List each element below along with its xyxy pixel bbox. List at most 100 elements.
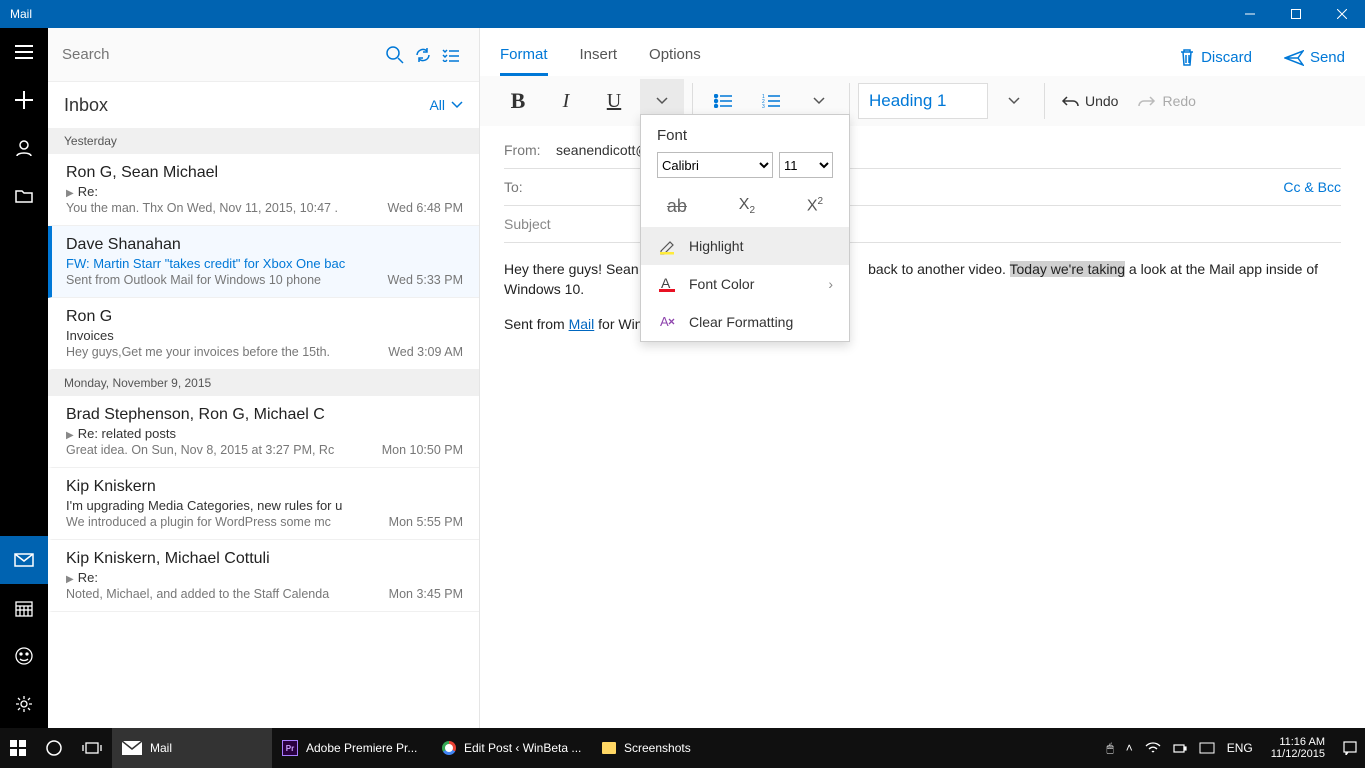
inbox-header: Inbox All xyxy=(48,82,479,128)
reply-indicator-icon: ▶ xyxy=(66,574,74,585)
window-titlebar: Mail xyxy=(0,0,1365,28)
redo-button[interactable]: Redo xyxy=(1130,93,1203,109)
window-close[interactable] xyxy=(1319,0,1365,28)
filter-dropdown[interactable]: All xyxy=(429,97,463,113)
folder-title: Inbox xyxy=(64,95,108,116)
font-panel-title: Font xyxy=(641,115,849,152)
folder-icon xyxy=(602,742,616,754)
font-size-select[interactable]: 11 xyxy=(779,152,833,178)
search-icon[interactable] xyxy=(381,41,409,69)
ribbon-tabs: Format Insert Options Discard Send xyxy=(480,28,1365,76)
style-dropdown-button[interactable] xyxy=(992,79,1036,123)
taskbar-app-premiere[interactable]: PrAdobe Premiere Pr... xyxy=(272,728,432,768)
svg-text:A: A xyxy=(660,314,669,329)
from-field: From:seanendicott@ xyxy=(504,132,1341,169)
taskbar: Mail PrAdobe Premiere Pr... Edit Post ‹ … xyxy=(0,728,1365,768)
search-input[interactable] xyxy=(62,46,381,63)
tab-options[interactable]: Options xyxy=(649,46,701,76)
chevron-down-icon xyxy=(656,97,668,105)
undo-button[interactable]: Undo xyxy=(1053,93,1126,109)
clear-formatting-icon: A xyxy=(657,313,677,331)
tab-format[interactable]: Format xyxy=(500,46,548,76)
subscript-button[interactable]: X2 xyxy=(739,196,755,217)
taskbar-clock[interactable]: 11:16 AM11/12/2015 xyxy=(1265,736,1331,760)
window-maximize[interactable] xyxy=(1273,0,1319,28)
select-icon[interactable] xyxy=(437,41,465,69)
mail-link[interactable]: Mail xyxy=(569,316,595,332)
calendar-icon[interactable] xyxy=(0,584,48,632)
message-item[interactable]: Ron G Invoices Hey guys,Get me your invo… xyxy=(48,298,479,370)
trash-icon xyxy=(1179,48,1195,66)
svg-text:3: 3 xyxy=(762,104,765,108)
date-group-header: Monday, November 9, 2015 xyxy=(48,370,479,396)
undo-icon xyxy=(1061,94,1079,108)
to-field[interactable]: To:Cc & Bcc xyxy=(504,169,1341,206)
new-mail-icon[interactable] xyxy=(0,76,48,124)
chevron-right-icon: › xyxy=(828,276,833,292)
reply-indicator-icon: ▶ xyxy=(66,188,74,199)
message-item[interactable]: Kip Kniskern I'm upgrading Media Categor… xyxy=(48,468,479,540)
font-color-icon: A xyxy=(657,275,677,293)
date-group-header: Yesterday xyxy=(48,128,479,154)
message-item[interactable]: Dave Shanahan FW: Martin Starr "takes cr… xyxy=(48,226,479,298)
window-title: Mail xyxy=(10,7,32,21)
highlight-icon xyxy=(657,237,677,255)
strikethrough-button[interactable]: ab xyxy=(667,196,687,217)
tab-insert[interactable]: Insert xyxy=(580,46,618,76)
taskbar-app-explorer[interactable]: Screenshots xyxy=(592,728,752,768)
message-item[interactable]: Ron G, Sean Michael ▶Re: You the man. Th… xyxy=(48,154,479,226)
chevron-down-icon xyxy=(1008,97,1020,105)
cortana-button[interactable] xyxy=(36,728,72,768)
subject-field[interactable]: Subject xyxy=(504,206,1341,243)
message-body[interactable]: Hey there guys! Sean heback to another v… xyxy=(480,249,1365,344)
taskbar-app-mail[interactable]: Mail xyxy=(112,728,272,768)
message-item[interactable]: Brad Stephenson, Ron G, Michael C ▶Re: r… xyxy=(48,396,479,468)
format-toolbar: B I U 123 Heading 1 Undo Redo xyxy=(480,76,1365,126)
chrome-icon xyxy=(442,741,456,755)
send-icon xyxy=(1284,50,1304,66)
account-icon[interactable] xyxy=(0,124,48,172)
highlight-option[interactable]: Highlight xyxy=(641,227,849,265)
feedback-icon[interactable] xyxy=(0,632,48,680)
message-item[interactable]: Kip Kniskern, Michael Cottuli ▶Re: Noted… xyxy=(48,540,479,612)
underline-button[interactable]: U xyxy=(592,79,636,123)
send-button[interactable]: Send xyxy=(1284,49,1345,76)
font-dropdown-panel: Font Calibri 11 ab X2 X2 Highlight A Fon… xyxy=(640,114,850,342)
mail-icon[interactable] xyxy=(0,536,48,584)
keyboard-icon[interactable] xyxy=(1199,742,1215,754)
action-center-icon[interactable] xyxy=(1343,741,1357,755)
chevron-down-icon xyxy=(451,101,463,109)
font-color-option[interactable]: A Font Color › xyxy=(641,265,849,303)
discard-button[interactable]: Discard xyxy=(1179,48,1252,76)
compose-pane: Format Insert Options Discard Send B I U… xyxy=(480,28,1365,728)
folders-icon[interactable] xyxy=(0,172,48,220)
message-list-pane: Inbox All Yesterday Ron G, Sean Michael … xyxy=(48,28,480,728)
nav-rail xyxy=(0,28,48,728)
bold-button[interactable]: B xyxy=(496,79,540,123)
highlighted-text: Today we're taking xyxy=(1010,261,1126,277)
tray-chevron-icon[interactable]: ˄ xyxy=(1126,741,1133,755)
task-view-button[interactable] xyxy=(72,728,112,768)
search-bar xyxy=(48,28,479,82)
italic-button[interactable]: I xyxy=(544,79,588,123)
chevron-down-icon xyxy=(813,97,825,105)
sync-icon[interactable] xyxy=(409,41,437,69)
start-button[interactable] xyxy=(0,728,36,768)
superscript-button[interactable]: X2 xyxy=(807,196,823,217)
language-indicator[interactable]: ENG xyxy=(1227,741,1253,755)
battery-icon[interactable] xyxy=(1173,741,1187,755)
premiere-icon: Pr xyxy=(282,740,298,756)
font-family-select[interactable]: Calibri xyxy=(657,152,773,178)
mail-icon xyxy=(122,741,142,755)
clear-formatting-option[interactable]: A Clear Formatting xyxy=(641,303,849,341)
taskbar-app-chrome[interactable]: Edit Post ‹ WinBeta ... xyxy=(432,728,592,768)
wifi-icon[interactable] xyxy=(1145,742,1161,754)
svg-text:A: A xyxy=(661,275,671,291)
style-selector[interactable]: Heading 1 xyxy=(858,83,988,119)
tray-mouse-icon[interactable]: 🖱 xyxy=(1107,741,1114,756)
settings-icon[interactable] xyxy=(0,680,48,728)
hamburger-icon[interactable] xyxy=(0,28,48,76)
redo-icon xyxy=(1138,94,1156,108)
window-minimize[interactable] xyxy=(1227,0,1273,28)
cc-bcc-button[interactable]: Cc & Bcc xyxy=(1283,179,1341,195)
